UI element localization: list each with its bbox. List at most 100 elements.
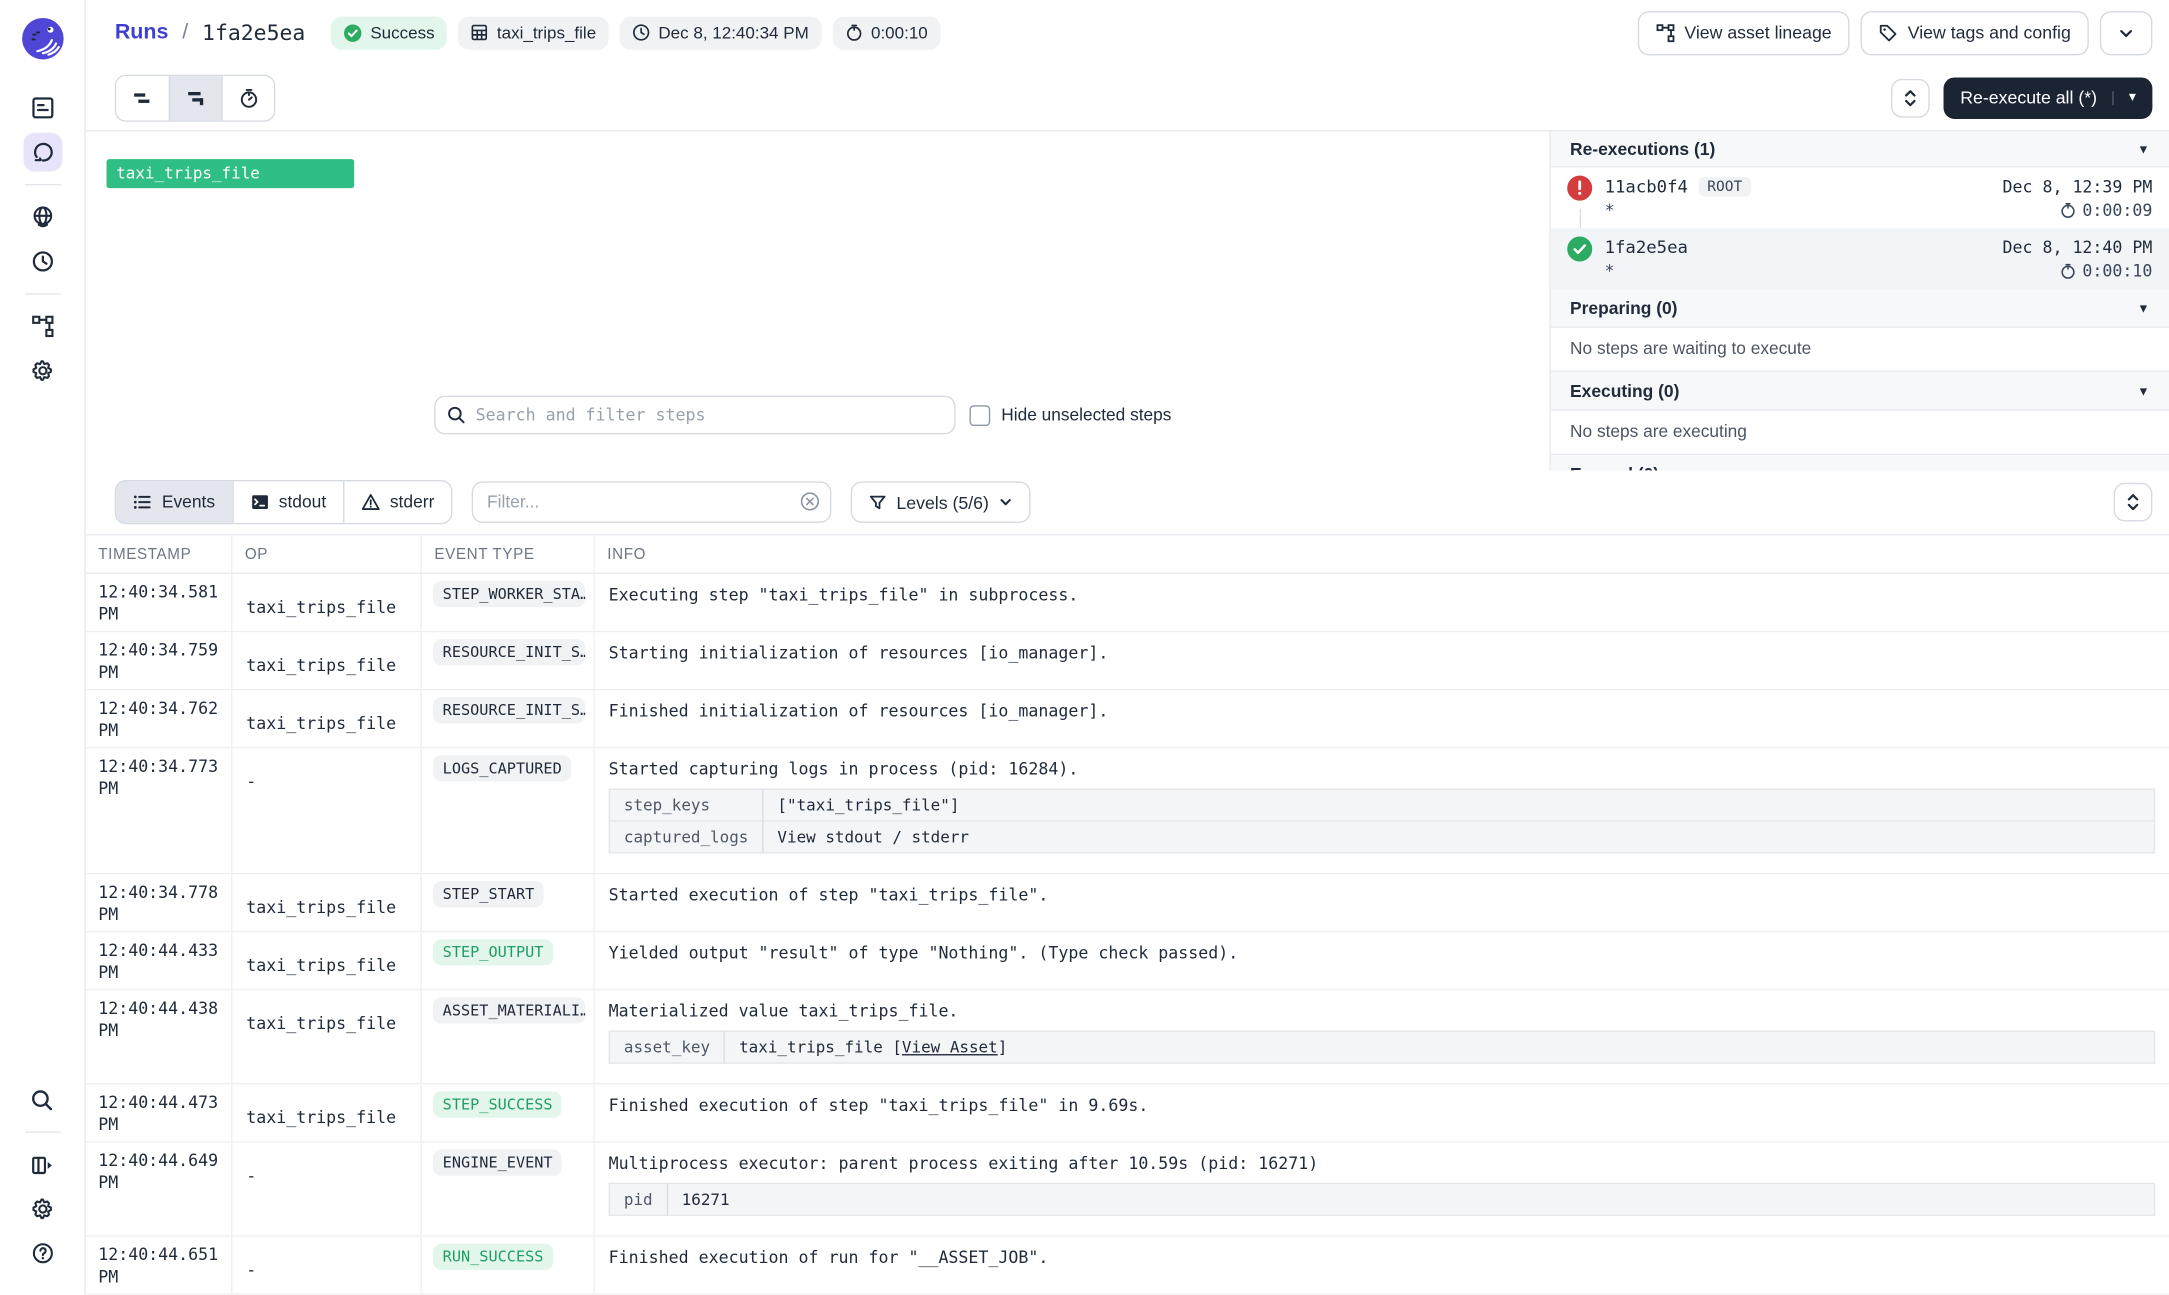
settings-icon[interactable]	[23, 351, 62, 390]
section-errored-clipped[interactable]: Errored (0) ▼	[1551, 455, 2169, 470]
event-info: Yielded output "result" of type "Nothing…	[595, 932, 2169, 989]
schedules-icon[interactable]	[23, 242, 62, 281]
lineage-icon[interactable]	[23, 307, 62, 346]
zoom-fit-button[interactable]	[1891, 78, 1930, 117]
hide-unselected-steps[interactable]: Hide unselected steps	[969, 405, 1171, 426]
event-type-cell: STEP_START	[422, 874, 595, 931]
hide-unselected-checkbox[interactable]	[969, 405, 990, 426]
overview-icon[interactable]	[23, 89, 62, 128]
event-timestamp[interactable]: 12:40:34.773PM	[86, 748, 233, 872]
run-id-link[interactable]: 1fa2e5ea	[1605, 237, 1688, 258]
chevron-down-icon	[999, 495, 1013, 509]
success-check-icon	[343, 23, 362, 42]
asset-tag[interactable]: taxi_trips_file	[458, 16, 608, 49]
event-timestamp[interactable]: 12:40:34.581PM	[86, 574, 233, 631]
run-duration: 0:00:09	[2060, 201, 2152, 220]
log-type-tabs: Events stdout stderr	[115, 480, 453, 524]
event-timestamp[interactable]: 12:40:34.778PM	[86, 874, 233, 931]
more-actions-button[interactable]	[2100, 10, 2153, 54]
event-metadata-table: asset_keytaxi_trips_file [View Asset]	[609, 1031, 2156, 1064]
view-tags-config-button[interactable]: View tags and config	[1861, 10, 2089, 54]
event-type-badge: RESOURCE_INIT_S…	[433, 697, 585, 723]
stopwatch-icon	[237, 86, 259, 108]
caret-down-icon: ▼	[2137, 384, 2149, 398]
flat-view-button[interactable]	[116, 75, 169, 119]
waterfall-view-button[interactable]	[169, 75, 222, 119]
clear-filter-icon[interactable]	[800, 491, 821, 512]
log-filter-input[interactable]	[472, 481, 832, 522]
event-type-badge: ENGINE_EVENT	[433, 1150, 562, 1176]
reexecution-run-row[interactable]: 11acb0f4 ROOT Dec 8, 12:39 PM * 0:00:09	[1551, 167, 2169, 228]
caret-down-icon: ▼	[2137, 301, 2149, 315]
breadcrumb-runs-link[interactable]: Runs	[115, 20, 169, 45]
chevron-down-icon	[2118, 24, 2135, 41]
event-row: 12:40:44.651PM - RUN_SUCCESS Finished ex…	[86, 1237, 2169, 1295]
event-info: Materialized value taxi_trips_file.asset…	[595, 990, 2169, 1083]
col-op: OP	[232, 535, 422, 572]
gantt-toolbar: Re-execute all (*) ▾	[86, 65, 2169, 131]
event-timestamp[interactable]: 12:40:34.762PM	[86, 690, 233, 747]
sidebar-divider	[24, 184, 60, 185]
event-type-badge: ASSET_MATERIALI…	[433, 997, 585, 1023]
tab-stdout[interactable]: stdout	[232, 481, 343, 522]
runs-icon[interactable]	[23, 133, 62, 172]
section-reexecutions[interactable]: Re-executions (1) ▼	[1551, 131, 2169, 167]
view-asset-lineage-button[interactable]: View asset lineage	[1637, 10, 1849, 54]
run-status-panel: Re-executions (1) ▼ 11acb0f4 ROOT Dec 8,…	[1549, 131, 2169, 470]
timer-view-button[interactable]	[221, 75, 274, 119]
run-id-link[interactable]: 11acb0f4	[1605, 176, 1688, 197]
event-op: taxi_trips_file	[232, 1084, 422, 1141]
warning-triangle-icon	[361, 492, 380, 511]
event-op: taxi_trips_file	[232, 574, 422, 631]
dagster-logo-icon[interactable]	[17, 14, 67, 64]
events-table-header: TIMESTAMP OP EVENT TYPE INFO	[86, 535, 2169, 574]
reexecute-all-button[interactable]: Re-execute all (*) ▾	[1944, 77, 2153, 118]
gantt-step-bar[interactable]: taxi_trips_file	[107, 159, 355, 188]
search-icon	[447, 405, 466, 424]
reexecute-caret[interactable]: ▾	[2112, 91, 2136, 105]
expand-logs-button[interactable]	[2114, 483, 2153, 522]
metadata-link[interactable]: View stdout / stderr	[777, 827, 969, 846]
col-event-type: EVENT TYPE	[422, 535, 595, 572]
col-info: INFO	[595, 535, 2169, 572]
section-executing[interactable]: Executing (0) ▼	[1551, 372, 2169, 411]
tab-events[interactable]: Events	[116, 481, 232, 522]
metadata-key: captured_logs	[609, 821, 763, 853]
reexecution-run-row[interactable]: 1fa2e5ea Dec 8, 12:40 PM * 0:00:10	[1551, 228, 2169, 289]
event-timestamp[interactable]: 12:40:44.649PM	[86, 1143, 233, 1236]
header-actions: View asset lineage View tags and config	[1637, 10, 2152, 54]
event-timestamp[interactable]: 12:40:44.438PM	[86, 990, 233, 1083]
run-header: Runs / 1fa2e5ea Success taxi_trips_file …	[86, 0, 2169, 65]
event-row: 12:40:34.581PM taxi_trips_file STEP_WORK…	[86, 574, 2169, 632]
event-op: taxi_trips_file	[232, 690, 422, 747]
status-badge: Success	[330, 16, 447, 49]
help-icon[interactable]	[23, 1234, 62, 1273]
levels-dropdown[interactable]: Levels (5/6)	[851, 481, 1031, 522]
tab-stderr[interactable]: stderr	[343, 481, 451, 522]
event-timestamp[interactable]: 12:40:44.651PM	[86, 1237, 233, 1294]
search-icon[interactable]	[23, 1080, 62, 1119]
event-timestamp[interactable]: 12:40:44.473PM	[86, 1084, 233, 1141]
event-type-cell: RUN_SUCCESS	[422, 1237, 595, 1294]
event-row: 12:40:34.759PM taxi_trips_file RESOURCE_…	[86, 632, 2169, 690]
gear-icon[interactable]	[23, 1190, 62, 1229]
section-preparing[interactable]: Preparing (0) ▼	[1551, 289, 2169, 328]
event-type-cell: ASSET_MATERIALI…	[422, 990, 595, 1083]
deployment-icon[interactable]	[23, 198, 62, 237]
log-filter	[472, 481, 832, 522]
event-type-cell: STEP_WORKER_STA…	[422, 574, 595, 631]
event-type-cell: STEP_SUCCESS	[422, 1084, 595, 1141]
event-row: 12:40:44.433PM taxi_trips_file STEP_OUTP…	[86, 932, 2169, 990]
step-search-input[interactable]	[434, 396, 956, 435]
run-steps: *	[1605, 201, 1615, 220]
event-timestamp[interactable]: 12:40:34.759PM	[86, 632, 233, 689]
event-row: 12:40:44.473PM taxi_trips_file STEP_SUCC…	[86, 1084, 2169, 1142]
event-info: Started execution of step "taxi_trips_fi…	[595, 874, 2169, 931]
run-status-icon	[1567, 237, 1592, 262]
expand-panel-icon[interactable]	[23, 1145, 62, 1184]
metadata-link[interactable]: View Asset	[902, 1037, 998, 1056]
event-timestamp[interactable]: 12:40:44.433PM	[86, 932, 233, 989]
event-op: taxi_trips_file	[232, 990, 422, 1083]
event-op: -	[232, 748, 422, 872]
reexecution-list: 11acb0f4 ROOT Dec 8, 12:39 PM * 0:00:09 …	[1551, 167, 2169, 289]
